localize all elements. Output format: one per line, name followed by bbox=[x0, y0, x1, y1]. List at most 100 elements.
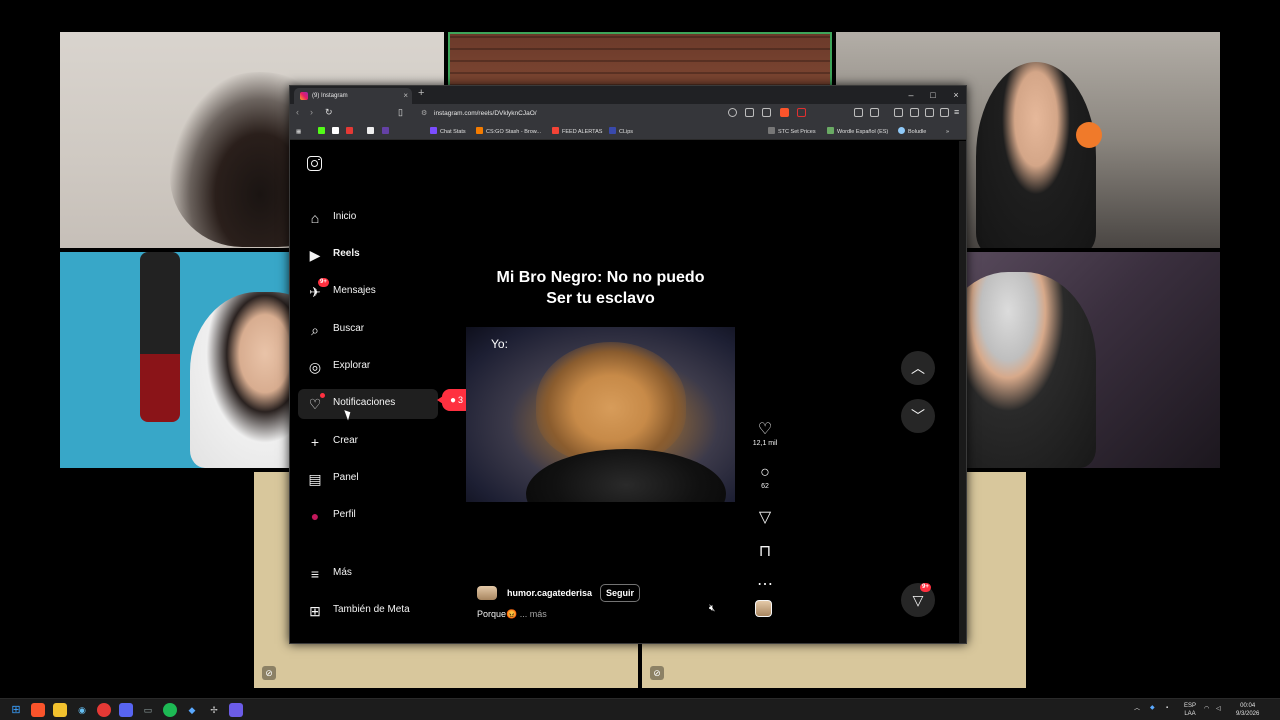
forward-arrow-icon[interactable]: › bbox=[310, 107, 313, 117]
nav-crear[interactable]: + Crear bbox=[298, 427, 438, 457]
reel-player[interactable]: Mi Bro Negro: No no puedo Ser tu esclavo… bbox=[466, 152, 735, 631]
notification-dot bbox=[320, 393, 325, 398]
bookmark-boludle[interactable]: Boludle bbox=[898, 127, 926, 137]
maximize-button[interactable]: □ bbox=[922, 86, 944, 104]
nav-mas[interactable]: ≡ Más bbox=[298, 559, 438, 589]
instagram-favicon-icon bbox=[300, 92, 308, 100]
follow-button[interactable]: Seguir bbox=[600, 584, 641, 602]
bookmark-favicon[interactable] bbox=[332, 127, 342, 137]
messages-button[interactable]: ▽ 9+ bbox=[901, 583, 935, 617]
sidebar-icon[interactable] bbox=[894, 108, 903, 117]
messages-badge: 9+ bbox=[920, 583, 931, 592]
more-link[interactable]: ... más bbox=[520, 609, 547, 619]
app-icon[interactable]: ◆ bbox=[185, 703, 199, 717]
bookmark-favicon[interactable] bbox=[318, 127, 328, 137]
more-options[interactable]: ⋯ bbox=[750, 576, 780, 594]
bookmark-favicon[interactable] bbox=[346, 127, 356, 137]
extensions-puzzle-icon[interactable] bbox=[925, 108, 934, 117]
search-icon: ⌕ bbox=[311, 322, 319, 338]
nav-mensajes[interactable]: ✈ 9+ Mensajes bbox=[298, 277, 438, 307]
brave-browser-icon[interactable] bbox=[31, 703, 45, 717]
windows-taskbar: ⊞ ◉ ▭ ◆ ✢ ︿ ◆ ▪ ESP LAA ◠ ◁ 00:04 9/3/2026 bbox=[0, 698, 1280, 720]
nav-perfil[interactable]: ● Perfil bbox=[298, 501, 438, 531]
new-tab-button[interactable]: + bbox=[418, 87, 424, 99]
wallet-icon[interactable] bbox=[910, 108, 919, 117]
instagram-logo-icon[interactable] bbox=[307, 156, 322, 171]
url-field[interactable]: ⚙ instagram.com/reels/DVklyknCJaO/ bbox=[418, 107, 748, 121]
bookmark-favicon[interactable] bbox=[382, 127, 392, 137]
app-icon[interactable] bbox=[229, 703, 243, 717]
bookmark-clips[interactable]: CLips bbox=[609, 127, 633, 137]
bookmark-wordle[interactable]: Wordle Español (ES) bbox=[827, 127, 888, 137]
save-action[interactable]: ⊓ bbox=[750, 543, 780, 561]
vpn-icon[interactable] bbox=[940, 108, 949, 117]
site-info-icon[interactable]: ⚙ bbox=[421, 107, 427, 121]
extension-icon[interactable] bbox=[854, 108, 863, 117]
wifi-icon[interactable]: ◠ bbox=[1204, 705, 1209, 713]
app-icon[interactable]: ▭ bbox=[141, 703, 155, 717]
tab-title: (9) Instagram bbox=[312, 93, 348, 99]
apps-icon[interactable]: ▦ bbox=[296, 127, 301, 137]
bookmark-feed-alertas[interactable]: FEED ALERTAS bbox=[552, 127, 602, 137]
zoom-icon[interactable] bbox=[728, 108, 737, 117]
tray-app-icon[interactable]: ◆ bbox=[1150, 704, 1155, 712]
like-action[interactable]: ♡ 12,1 mil bbox=[750, 421, 780, 447]
previous-reel-button[interactable]: ︿ bbox=[901, 351, 935, 385]
cast-icon[interactable] bbox=[745, 108, 754, 117]
muted-speaker-icon[interactable]: 🔇︎ bbox=[709, 603, 715, 614]
author-name[interactable]: humor.cagatederisa bbox=[507, 588, 592, 598]
dashboard-icon: ▤ bbox=[308, 471, 322, 487]
menu-icon[interactable]: ≡ bbox=[954, 107, 959, 117]
chrome-icon[interactable] bbox=[97, 703, 111, 717]
nav-inicio[interactable]: ⌂ Inicio bbox=[298, 203, 438, 233]
bookmark-chat-stats[interactable]: Chat Stats bbox=[430, 127, 466, 137]
audio-thumbnail[interactable] bbox=[755, 600, 772, 617]
volume-icon[interactable]: ◁ bbox=[1216, 705, 1221, 713]
scrollbar[interactable] bbox=[959, 141, 966, 643]
spotify-icon[interactable] bbox=[163, 703, 177, 717]
back-arrow-icon[interactable]: ‹ bbox=[296, 107, 299, 117]
minimize-button[interactable]: – bbox=[900, 86, 922, 104]
home-icon: ⌂ bbox=[310, 210, 320, 226]
more-bookmarks-icon[interactable]: » bbox=[946, 127, 949, 137]
extension-icon[interactable] bbox=[870, 108, 879, 117]
brave-rewards-icon[interactable] bbox=[797, 108, 806, 117]
nav-tambien-de-meta[interactable]: ⊞ También de Meta bbox=[298, 596, 438, 626]
bookmark-icon[interactable]: ▯ bbox=[398, 107, 403, 118]
share-action[interactable]: ▽ bbox=[750, 509, 780, 527]
nav-panel[interactable]: ▤ Panel bbox=[298, 464, 438, 494]
tray-chevron-icon[interactable]: ︿ bbox=[1134, 705, 1140, 713]
bookmark-favicon[interactable] bbox=[367, 127, 377, 137]
windows-start-icon[interactable]: ⊞ bbox=[9, 703, 23, 717]
next-reel-button[interactable]: ﹀ bbox=[901, 399, 935, 433]
close-window-button[interactable]: × bbox=[945, 86, 967, 104]
reel-video[interactable]: Yo: bbox=[466, 327, 735, 502]
share-icon[interactable] bbox=[762, 108, 771, 117]
bookmark-csgo-stash[interactable]: CS:GO Stash - Brow... bbox=[476, 127, 541, 137]
tray-app-icon[interactable]: ▪ bbox=[1166, 704, 1168, 712]
nav-notificaciones[interactable]: ♡ Notificaciones bbox=[298, 389, 438, 419]
bookmark-stc-set-prices[interactable]: STC Set Prices bbox=[768, 127, 816, 137]
brave-shields-icon[interactable] bbox=[780, 108, 789, 117]
close-tab-icon[interactable]: × bbox=[403, 88, 408, 104]
clock[interactable]: 00:04 9/3/2026 bbox=[1236, 702, 1259, 718]
comment-action[interactable]: ○ 62 bbox=[750, 464, 780, 490]
like-count: 12,1 mil bbox=[752, 440, 778, 447]
stream-layout: ⊘ ⊘ (9) Instagram × + – □ × ‹ › ↻ ▯ ⚙ in… bbox=[0, 0, 1280, 698]
address-bar: ‹ › ↻ ▯ ⚙ instagram.com/reels/DVklyknCJa… bbox=[290, 104, 966, 124]
app-icon[interactable]: ✢ bbox=[207, 703, 221, 717]
reload-icon[interactable]: ↻ bbox=[325, 107, 333, 118]
nav-buscar[interactable]: ⌕ Buscar bbox=[298, 315, 438, 345]
file-explorer-icon[interactable] bbox=[53, 703, 67, 717]
discord-icon[interactable] bbox=[119, 703, 133, 717]
nav-reels[interactable]: ▶ Reels bbox=[298, 240, 438, 270]
url-text: instagram.com/reels/DVklyknCJaO/ bbox=[434, 110, 537, 117]
heart-icon: ♡ bbox=[757, 421, 773, 438]
author-avatar[interactable] bbox=[477, 586, 497, 600]
browser-tab[interactable]: (9) Instagram × bbox=[294, 88, 412, 104]
language-indicator[interactable]: ESP LAA bbox=[1184, 702, 1196, 718]
plus-icon: + bbox=[310, 434, 320, 450]
explore-icon: ◎ bbox=[308, 359, 322, 375]
nav-explorar[interactable]: ◎ Explorar bbox=[298, 352, 438, 382]
steam-icon[interactable]: ◉ bbox=[75, 703, 89, 717]
